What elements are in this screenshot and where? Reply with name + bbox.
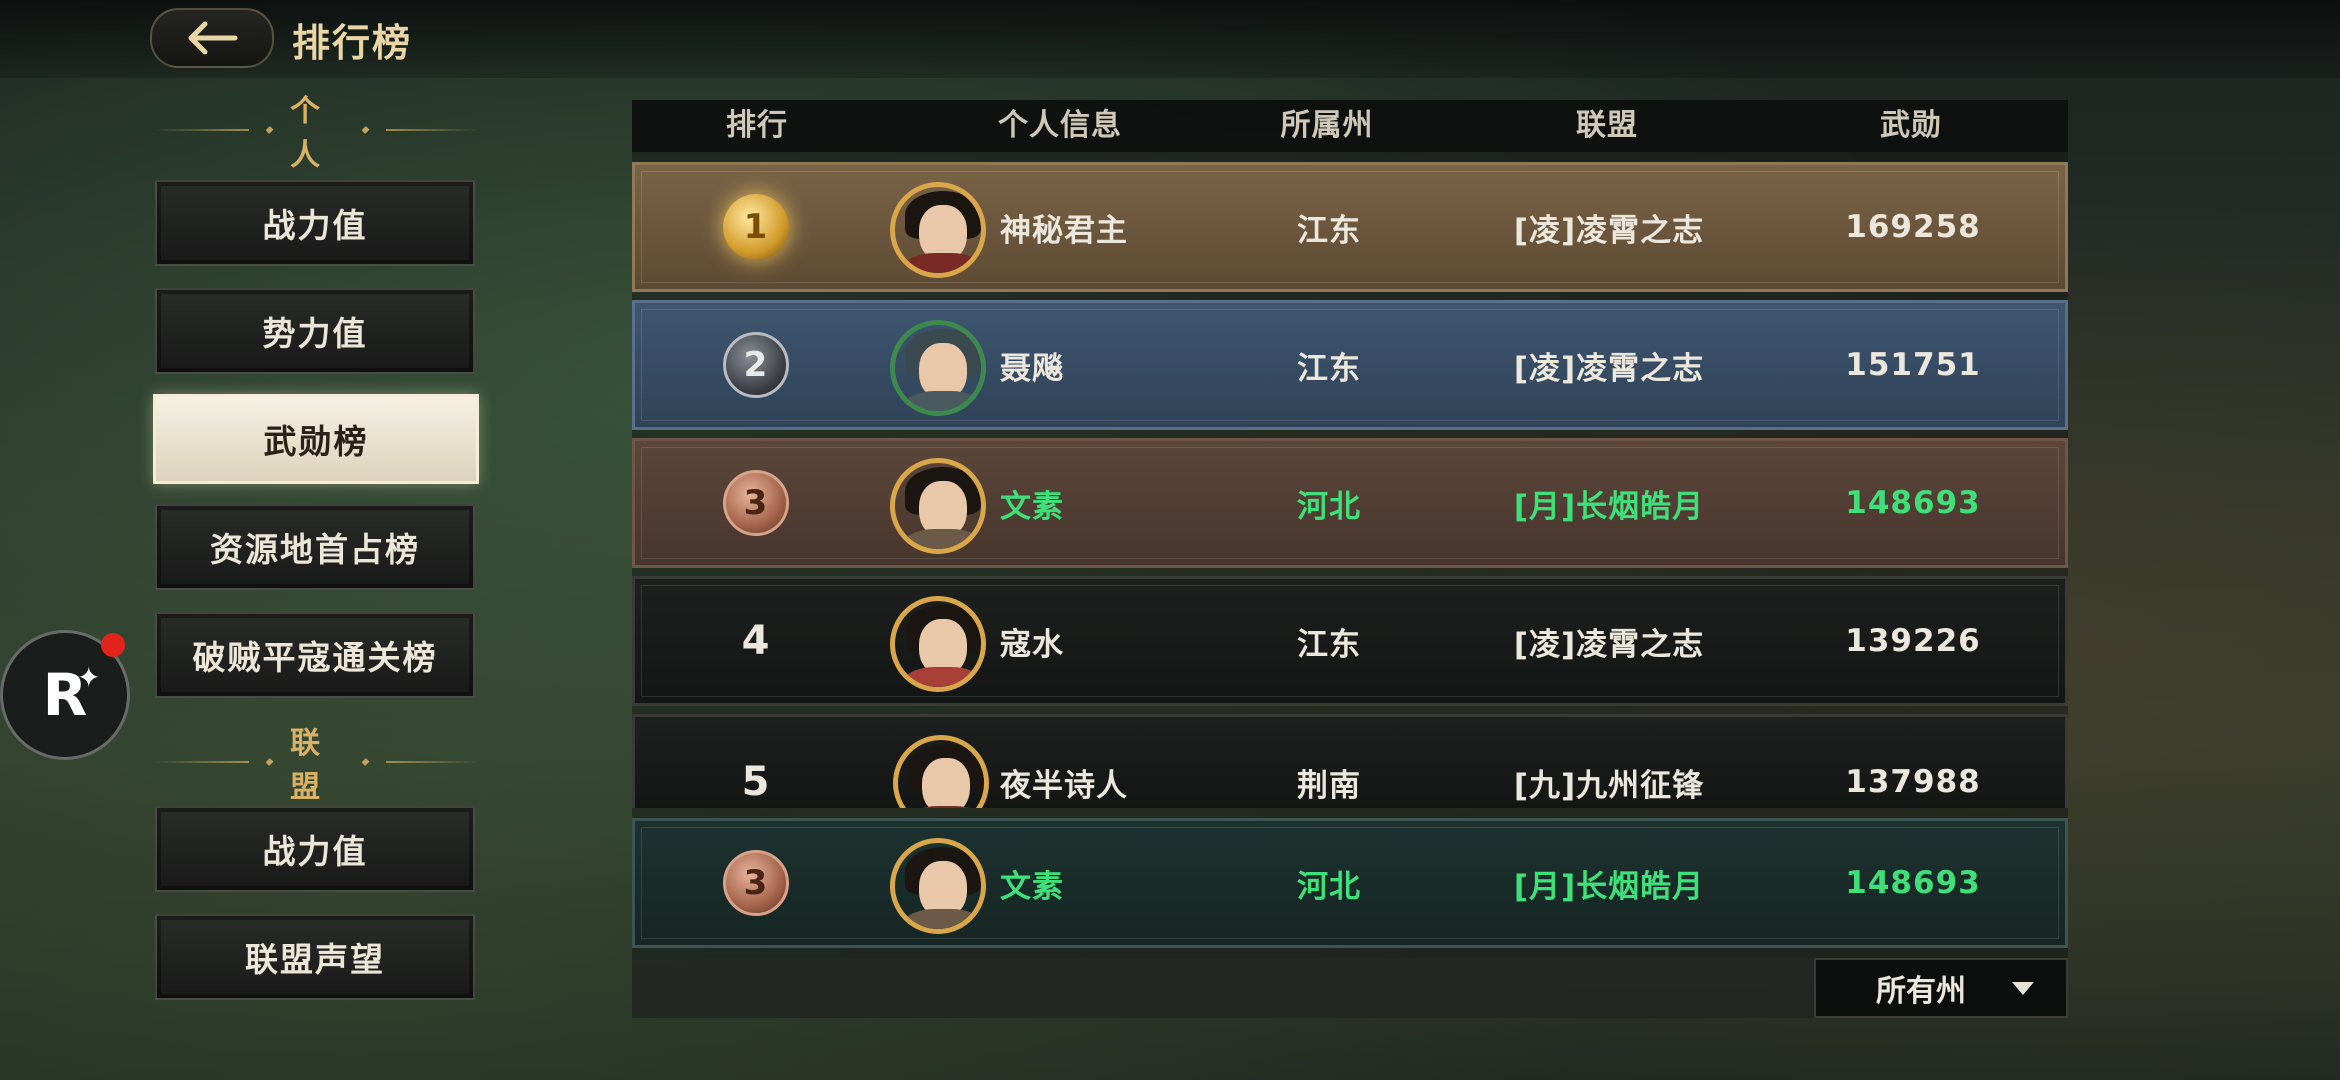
player-merit: 139226 bbox=[1845, 623, 1981, 659]
sidebar-item-influence[interactable]: 势力值 bbox=[155, 288, 475, 374]
sidebar-item-power[interactable]: 战力值 bbox=[155, 180, 475, 266]
state-filter-value: 所有州 bbox=[1876, 974, 1966, 1009]
sidebar-item-label: 武勋榜 bbox=[263, 422, 369, 461]
rank-medal-silver-icon: 2 bbox=[723, 332, 789, 398]
floating-assistant-button[interactable]: R ✦ bbox=[0, 630, 130, 760]
player-state: 荆南 bbox=[1297, 767, 1361, 804]
player-alliance: [九]九州征锋 bbox=[1513, 767, 1705, 804]
player-state: 江东 bbox=[1297, 212, 1361, 249]
notification-badge bbox=[101, 633, 125, 657]
player-alliance: [凌]凌霄之志 bbox=[1513, 350, 1705, 387]
player-name: 神秘君主 bbox=[1000, 212, 1128, 249]
table-row[interactable]: 5 夜半诗人 荆南 [九]九州征锋 137988 bbox=[632, 714, 2068, 808]
table-header: 排行 个人信息 所属州 联盟 武勋 bbox=[632, 100, 2068, 152]
player-alliance: [凌]凌霄之志 bbox=[1513, 626, 1705, 663]
section-heading-label: 联盟 bbox=[290, 726, 323, 805]
caret-down-icon bbox=[2012, 982, 2034, 995]
rank-medal-bronze-icon: 3 bbox=[723, 850, 789, 916]
table-row[interactable]: 3 文素 河北 [月]长烟皓月 148693 bbox=[632, 438, 2068, 568]
player-avatar[interactable] bbox=[893, 735, 989, 808]
sidebar-item-label: 战力值 bbox=[262, 206, 368, 245]
state-filter-dropdown[interactable]: 所有州 bbox=[1814, 958, 2068, 1018]
table-row[interactable]: 4 寇水 江东 [凌]凌霄之志 139226 bbox=[632, 576, 2068, 706]
player-state: 江东 bbox=[1297, 626, 1361, 663]
sidebar-item-merit-ranking[interactable]: 武勋榜 bbox=[153, 394, 479, 484]
sidebar-item-alliance-reputation[interactable]: 联盟声望 bbox=[155, 914, 475, 1000]
player-avatar[interactable] bbox=[890, 458, 986, 554]
column-header-merit: 武勋 bbox=[1880, 108, 1942, 143]
table-footer bbox=[632, 958, 1814, 1018]
rank-medal-bronze-icon: 3 bbox=[723, 470, 789, 536]
player-merit: 148693 bbox=[1845, 485, 1981, 521]
player-avatar[interactable] bbox=[890, 596, 986, 692]
player-state: 河北 bbox=[1297, 868, 1361, 905]
page-title: 排行榜 bbox=[292, 21, 413, 65]
player-merit: 148693 bbox=[1845, 865, 1981, 901]
table-row[interactable]: 1 神秘君主 江东 [凌]凌霄之志 169258 bbox=[632, 162, 2068, 292]
player-merit: 137988 bbox=[1845, 764, 1981, 800]
rank-number: 5 bbox=[741, 759, 771, 805]
back-button[interactable] bbox=[150, 8, 274, 68]
back-arrow-icon bbox=[188, 21, 238, 55]
player-alliance: [月]长烟皓月 bbox=[1513, 868, 1705, 905]
self-rank-row[interactable]: 3 文素 河北 [月]长烟皓月 148693 bbox=[632, 818, 2068, 948]
sidebar-item-label: 资源地首占榜 bbox=[210, 530, 420, 569]
player-avatar[interactable] bbox=[890, 182, 986, 278]
player-avatar[interactable] bbox=[890, 320, 986, 416]
sidebar-item-label: 战力值 bbox=[262, 832, 368, 871]
player-avatar[interactable] bbox=[890, 838, 986, 934]
sidebar-item-resource-first-capture[interactable]: 资源地首占榜 bbox=[155, 504, 475, 590]
table-row[interactable]: 2 聂飚 江东 [凌]凌霄之志 151751 bbox=[632, 300, 2068, 430]
sidebar-item-bandit-clear[interactable]: 破贼平寇通关榜 bbox=[155, 612, 475, 698]
sidebar-item-label: 联盟声望 bbox=[245, 940, 385, 979]
sparkle-icon: ✦ bbox=[77, 661, 101, 694]
player-merit: 169258 bbox=[1845, 209, 1981, 245]
sidebar-item-label: 势力值 bbox=[262, 314, 368, 353]
player-name: 寇水 bbox=[1000, 626, 1064, 663]
sidebar-item-alliance-power[interactable]: 战力值 bbox=[155, 806, 475, 892]
player-state: 河北 bbox=[1297, 488, 1361, 525]
player-name: 文素 bbox=[1000, 488, 1064, 525]
player-name: 聂飚 bbox=[1000, 350, 1064, 387]
column-header-alliance: 联盟 bbox=[1576, 108, 1638, 143]
player-alliance: [凌]凌霄之志 bbox=[1513, 212, 1705, 249]
player-name: 文素 bbox=[1000, 868, 1064, 905]
column-header-rank: 排行 bbox=[726, 108, 788, 143]
column-header-info: 个人信息 bbox=[998, 108, 1122, 143]
section-heading-label: 个人 bbox=[290, 94, 323, 173]
player-alliance: [月]长烟皓月 bbox=[1513, 488, 1705, 525]
sidebar-item-label: 破贼平寇通关榜 bbox=[192, 638, 438, 677]
rank-medal-gold-icon: 1 bbox=[723, 194, 789, 260]
player-merit: 151751 bbox=[1845, 347, 1981, 383]
section-heading-personal: 个人 bbox=[155, 94, 480, 173]
column-header-state: 所属州 bbox=[1280, 108, 1374, 143]
rank-number: 4 bbox=[741, 618, 771, 664]
player-name: 夜半诗人 bbox=[1000, 767, 1128, 804]
section-heading-alliance: 联盟 bbox=[155, 726, 480, 805]
player-state: 江东 bbox=[1297, 350, 1361, 387]
